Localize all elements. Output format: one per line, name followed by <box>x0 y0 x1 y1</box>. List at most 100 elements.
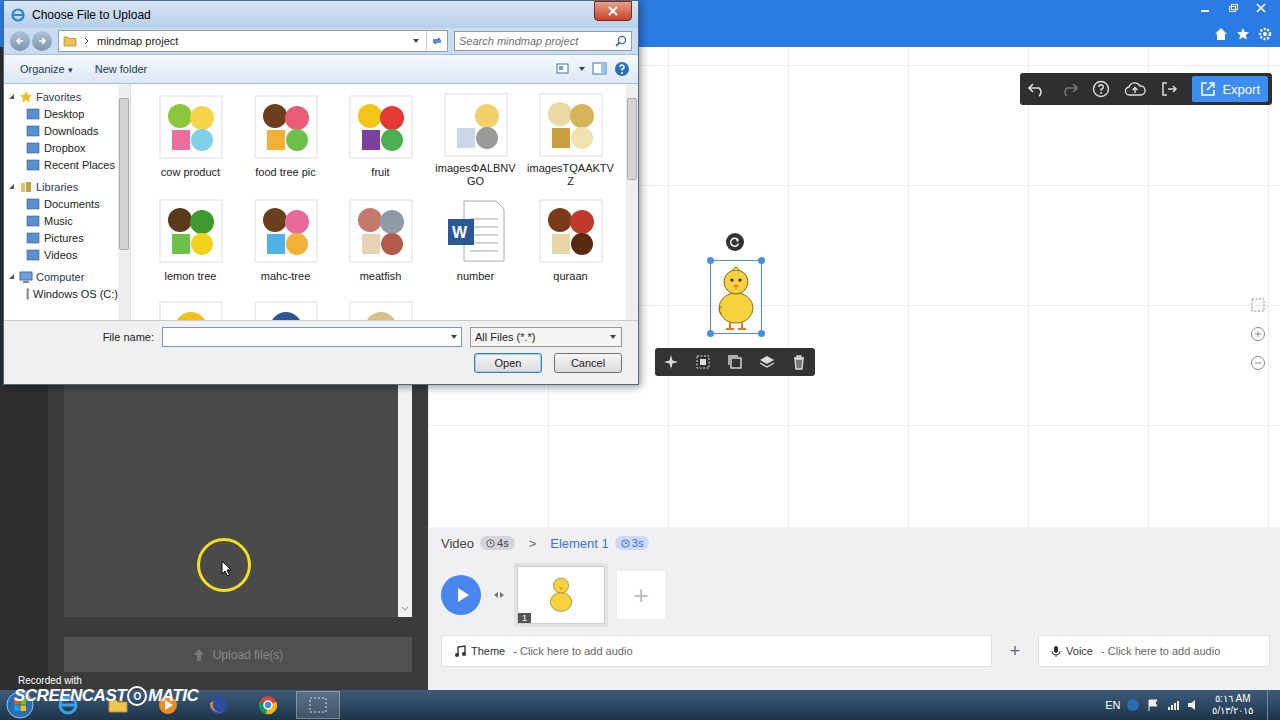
clock[interactable]: ٥:١٦ AM ٥/١٣/٢٠١٥ <box>1206 693 1261 717</box>
nav-item[interactable]: Documents <box>4 195 118 212</box>
file-scrollbar[interactable] <box>626 84 638 320</box>
minimize-icon[interactable] <box>1192 0 1218 16</box>
nav-item[interactable]: Windows OS (C:) <box>4 285 118 302</box>
zoom-in-icon[interactable] <box>1250 326 1266 342</box>
file-item[interactable]: imagesTQAAKTVZ <box>523 90 618 188</box>
redo-icon[interactable] <box>1060 81 1078 97</box>
nav-item[interactable]: Dropbox <box>4 139 118 156</box>
file-item[interactable]: food tree pic <box>238 90 333 188</box>
file-type-filter[interactable]: All Files (*.*) <box>470 327 622 347</box>
layers-icon[interactable] <box>759 354 775 370</box>
transition-icon[interactable] <box>493 589 505 601</box>
file-item[interactable]: fruit <box>333 90 428 188</box>
nav-group[interactable]: Computer <box>4 268 118 285</box>
magic-icon[interactable] <box>663 354 679 370</box>
expanded-arrow-icon[interactable] <box>8 93 16 101</box>
file-item[interactable]: cow product <box>143 90 238 188</box>
snipping-tool-icon[interactable] <box>296 691 340 719</box>
export-button[interactable]: Export <box>1192 76 1268 102</box>
organize-menu[interactable]: Organize ▾ <box>12 63 81 75</box>
expanded-arrow-icon[interactable] <box>8 273 16 281</box>
language-indicator[interactable]: EN <box>1105 699 1120 711</box>
cancel-button[interactable]: Cancel <box>554 353 622 373</box>
view-options-icon[interactable] <box>556 62 572 76</box>
duplicate-icon[interactable] <box>727 354 743 370</box>
nav-group[interactable]: Libraries <box>4 178 118 195</box>
resize-handle[interactable] <box>758 257 765 264</box>
help-icon[interactable] <box>614 61 630 77</box>
forward-button[interactable] <box>32 31 52 51</box>
restore-icon[interactable] <box>1220 0 1246 16</box>
rotate-handle-icon[interactable] <box>726 233 744 251</box>
dialog-title-bar[interactable]: Choose File to Upload <box>4 1 638 28</box>
add-scene-button[interactable]: + <box>617 571 665 619</box>
image-thumbnail-icon <box>251 298 321 320</box>
chrome-icon[interactable] <box>246 691 290 719</box>
settings-icon[interactable] <box>1258 27 1272 41</box>
network-tray-icon[interactable] <box>1166 698 1180 712</box>
zoom-out-icon[interactable] <box>1250 355 1266 371</box>
file-item[interactable]: meatfish <box>333 194 428 292</box>
star-icon[interactable] <box>1236 27 1250 41</box>
add-audio-button[interactable]: + <box>1000 641 1030 662</box>
flag-tray-icon[interactable] <box>1146 698 1160 712</box>
audio-track[interactable]: Theme - Click here to add audio <box>441 635 992 667</box>
preview-pane-icon[interactable] <box>592 62 608 76</box>
element-label[interactable]: Element 1 <box>550 536 609 551</box>
show-desktop-button[interactable] <box>1267 690 1280 720</box>
selected-element[interactable] <box>710 260 762 334</box>
file-item[interactable] <box>143 298 238 320</box>
nav-item[interactable]: Pictures <box>4 229 118 246</box>
home-icon[interactable] <box>1214 27 1228 41</box>
search-box[interactable]: Search mindmap project <box>454 31 632 51</box>
file-item[interactable]: lemon tree <box>143 194 238 292</box>
crop-icon[interactable] <box>695 354 711 370</box>
file-item[interactable]: imagesΦALBNVGO <box>428 90 523 188</box>
delete-icon[interactable] <box>791 354 807 370</box>
volume-tray-icon[interactable] <box>1186 698 1200 712</box>
image-thumbnail-icon <box>346 196 416 266</box>
new-folder-button[interactable]: New folder <box>87 63 156 75</box>
file-item[interactable]: mahc-tree <box>238 194 333 292</box>
fit-screen-icon[interactable] <box>1250 297 1266 313</box>
scene-card[interactable]: 1 <box>517 566 605 624</box>
file-item[interactable] <box>333 298 428 320</box>
refresh-button[interactable] <box>426 31 447 51</box>
file-item[interactable] <box>238 298 333 320</box>
view-dropdown-icon[interactable] <box>578 65 586 73</box>
expanded-arrow-icon[interactable] <box>8 183 16 191</box>
help-tray-icon[interactable] <box>1126 698 1140 712</box>
nav-item[interactable]: Music <box>4 212 118 229</box>
nav-item[interactable]: Videos <box>4 246 118 263</box>
upload-button[interactable]: Upload file(s) <box>64 637 412 672</box>
nav-scrollbar[interactable] <box>118 84 130 320</box>
close-button[interactable] <box>594 1 632 21</box>
nav-group[interactable]: Favorites <box>4 88 118 105</box>
help-icon[interactable] <box>1092 80 1110 98</box>
nav-item[interactable]: Downloads <box>4 122 118 139</box>
nav-item[interactable]: Recent Places <box>4 156 118 173</box>
resize-handle[interactable] <box>707 330 714 337</box>
resize-handle[interactable] <box>707 257 714 264</box>
dropdown-icon[interactable] <box>412 37 420 45</box>
open-button[interactable]: Open <box>474 353 542 373</box>
dialog-footer: File name: All Files (*.*) OpenCancel <box>4 320 638 384</box>
dropdown-icon[interactable] <box>450 333 458 341</box>
play-button[interactable] <box>441 575 481 615</box>
address-bar[interactable]: mindmap project <box>58 30 448 52</box>
undo-icon[interactable] <box>1028 81 1046 97</box>
resize-handle[interactable] <box>758 330 765 337</box>
back-button[interactable] <box>10 31 30 51</box>
close-window-icon[interactable] <box>1248 0 1274 16</box>
file-item[interactable]: quraan <box>523 194 618 292</box>
audio-track[interactable]: Voice - Click here to add audio <box>1038 635 1270 667</box>
dialog-toolbar: Organize ▾ New folder <box>4 54 638 84</box>
cloud-save-icon[interactable] <box>1124 80 1146 98</box>
file-item[interactable]: W number <box>428 194 523 292</box>
nav-item[interactable]: Desktop <box>4 105 118 122</box>
firefox-icon[interactable] <box>196 691 240 719</box>
scroll-down-icon[interactable] <box>400 605 410 613</box>
file-name-input[interactable] <box>162 327 462 347</box>
exit-icon[interactable] <box>1160 80 1178 98</box>
video-label[interactable]: Video <box>441 536 474 551</box>
